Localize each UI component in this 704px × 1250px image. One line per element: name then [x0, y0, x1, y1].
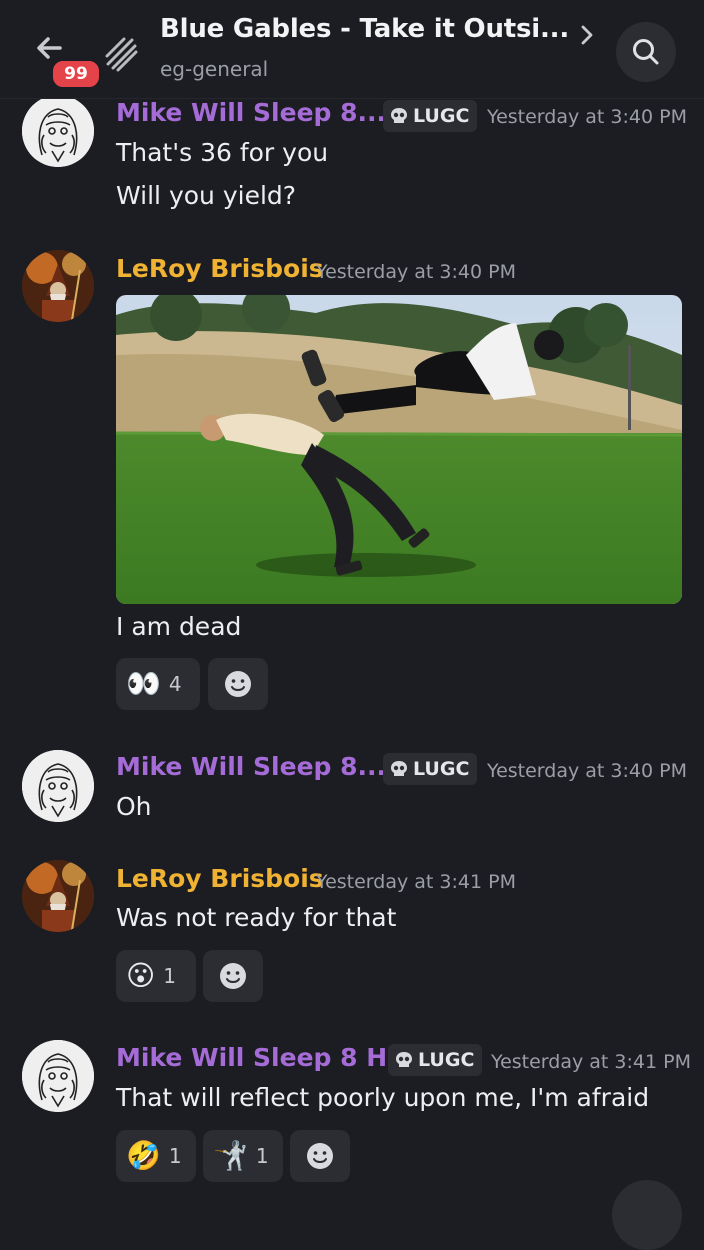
add-reaction-button[interactable]	[290, 1130, 350, 1182]
server-title[interactable]: Blue Gables - Take it Outsi...	[160, 14, 569, 44]
reaction-rofl[interactable]: 🤣 1	[116, 1130, 196, 1182]
skull-icon	[396, 1052, 412, 1067]
reaction-count: 1	[255, 1144, 269, 1168]
reaction-count: 1	[168, 1144, 182, 1168]
channel-name[interactable]: eg-general	[160, 57, 268, 81]
author-name[interactable]: LeRoy Brisbois	[116, 864, 324, 893]
gif-attachment[interactable]	[116, 295, 682, 604]
role-tag: LUGC	[383, 753, 478, 785]
timestamp: Yesterday at 3:41 PM	[491, 1051, 691, 1073]
rofl-emoji: 🤣	[126, 1139, 161, 1172]
avatar[interactable]	[22, 860, 94, 932]
avatar[interactable]	[22, 250, 94, 322]
chevron-right-icon[interactable]	[578, 22, 596, 48]
tag-label: LUGC	[413, 105, 470, 127]
skull-icon	[391, 761, 407, 776]
eyes-emoji: 👀	[126, 667, 161, 700]
message-text: That's 36 for you	[116, 138, 329, 167]
message-text: Was not ready for that	[116, 903, 397, 932]
search-icon	[633, 39, 659, 65]
smiley-icon	[307, 1143, 333, 1169]
reaction-count: 4	[168, 672, 182, 696]
tag-label: LUGC	[413, 758, 470, 780]
add-reaction-button[interactable]	[203, 950, 263, 1002]
smiley-icon	[220, 963, 246, 989]
reaction-hushed[interactable]: 😮 1	[116, 950, 196, 1002]
message-text: Oh	[116, 792, 152, 821]
reaction-count: 1	[163, 964, 176, 988]
timestamp: Yesterday at 3:40 PM	[487, 760, 687, 782]
avatar[interactable]	[22, 95, 94, 167]
server-logo-icon	[104, 28, 140, 76]
message-text: I am dead	[116, 612, 242, 641]
channel-header: 99 Blue Gables - Take it Outsi... eg-gen…	[0, 0, 704, 99]
timestamp: Yesterday at 3:40 PM	[316, 261, 516, 283]
author-name[interactable]: Mike Will Sleep 8...	[116, 98, 386, 127]
reaction-eyes[interactable]: 👀 4	[116, 658, 200, 710]
author-name[interactable]: LeRoy Brisbois	[116, 254, 324, 283]
message-text: That will reflect poorly upon me, I'm af…	[116, 1083, 650, 1112]
timestamp: Yesterday at 3:40 PM	[487, 106, 687, 128]
hushed-face-emoji: 😮	[126, 959, 156, 992]
unread-badge: 99	[50, 58, 102, 90]
timestamp: Yesterday at 3:41 PM	[316, 871, 516, 893]
tag-label: LUGC	[418, 1049, 475, 1071]
author-name[interactable]: Mike Will Sleep 8 H...	[116, 1043, 416, 1072]
fencer-emoji: 🤺	[213, 1139, 248, 1172]
avatar[interactable]	[22, 1040, 94, 1112]
add-reaction-button[interactable]	[208, 658, 268, 710]
search-button[interactable]	[616, 22, 676, 82]
skull-icon	[391, 108, 407, 123]
avatar[interactable]	[22, 750, 94, 822]
role-tag: LUGC	[383, 100, 478, 132]
author-name[interactable]: Mike Will Sleep 8...	[116, 752, 386, 781]
role-tag: LUGC	[388, 1044, 483, 1076]
smiley-icon	[225, 671, 251, 697]
message-text: Will you yield?	[116, 181, 297, 210]
reaction-fencer[interactable]: 🤺 1	[203, 1130, 283, 1182]
scroll-down-button[interactable]	[612, 1180, 682, 1250]
